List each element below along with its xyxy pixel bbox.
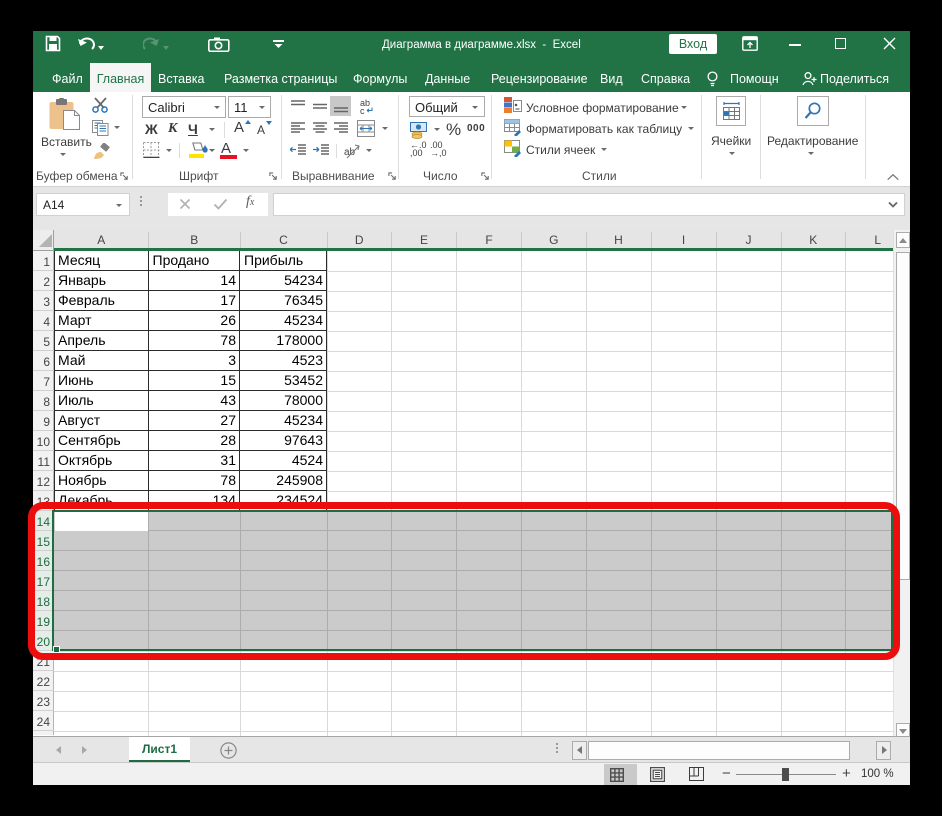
svg-text:ab: ab	[344, 147, 356, 158]
svg-text:c: c	[360, 106, 365, 114]
